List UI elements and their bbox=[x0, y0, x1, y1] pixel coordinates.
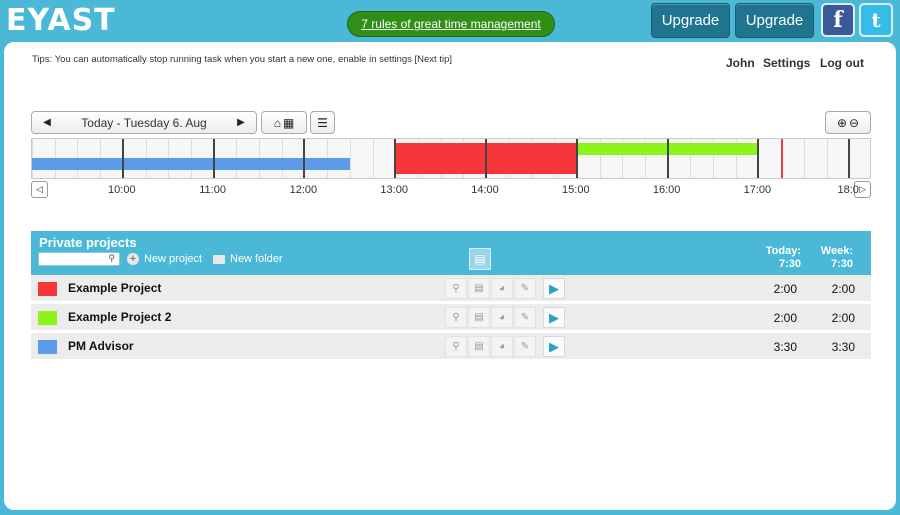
prev-day-icon[interactable]: ◀ bbox=[32, 117, 62, 128]
project-name[interactable]: PM Advisor bbox=[68, 339, 134, 353]
notes-icon[interactable]: ▤ bbox=[468, 336, 490, 357]
project-color-swatch[interactable] bbox=[38, 311, 57, 325]
week-label: Week: bbox=[820, 245, 853, 257]
tip-text[interactable]: Tips: You can automatically stop running… bbox=[32, 54, 452, 65]
home-calendar-button[interactable]: ⌂ ▦ bbox=[261, 111, 307, 134]
edit-icon[interactable]: ✎ bbox=[514, 336, 536, 357]
new-project-label: New project bbox=[144, 253, 203, 265]
timeline-hour-label: 15:00 bbox=[562, 184, 590, 196]
settings-link[interactable]: Settings bbox=[763, 56, 810, 70]
user-icon[interactable]: ◕ bbox=[491, 336, 513, 357]
week-time: 2:00 bbox=[831, 282, 855, 296]
user-icon[interactable]: ◕ bbox=[491, 307, 513, 328]
date-navigator: ◀ Today - Tuesday 6. Aug ▶ bbox=[31, 111, 257, 134]
today-label: Today: bbox=[765, 245, 801, 257]
project-row[interactable]: Example Project 2 ⚲ ▤ ◕ ✎ ▶ 2:00 2:00 bbox=[31, 304, 871, 331]
play-icon[interactable]: ▶ bbox=[543, 307, 565, 328]
play-icon[interactable]: ▶ bbox=[543, 278, 565, 299]
edit-icon[interactable]: ✎ bbox=[514, 307, 536, 328]
calendar-icon: ▦ bbox=[282, 115, 295, 130]
search-icon: ⚲ bbox=[108, 253, 115, 263]
project-name[interactable]: Example Project 2 bbox=[68, 310, 171, 324]
week-time: 3:30 bbox=[831, 340, 855, 354]
timeline-hour-label: 17:00 bbox=[743, 184, 772, 196]
edit-icon[interactable]: ✎ bbox=[514, 278, 536, 299]
user-icon[interactable]: ◕ bbox=[491, 278, 513, 299]
project-color-swatch[interactable] bbox=[38, 282, 57, 296]
promo-link[interactable]: 7 rules of great time management bbox=[347, 11, 555, 37]
projects-title: Private projects bbox=[39, 235, 137, 250]
projects-header: Private projects ⚲ + New project New fol… bbox=[31, 231, 871, 275]
search-icon[interactable]: ⚲ bbox=[445, 336, 467, 357]
current-time-marker bbox=[781, 139, 784, 178]
project-row[interactable]: Example Project ⚲ ▤ ◕ ✎ ▶ 2:00 2:00 bbox=[31, 275, 871, 302]
user-link[interactable]: John bbox=[726, 56, 755, 70]
upgrade-button-2[interactable]: Upgrade bbox=[735, 3, 814, 38]
project-row[interactable]: PM Advisor ⚲ ▤ ◕ ✎ ▶ 3:30 3:30 bbox=[31, 333, 871, 360]
timeline-hour-label: 16:00 bbox=[652, 184, 681, 196]
logout-link[interactable]: Log out bbox=[820, 56, 864, 70]
today-time: 3:30 bbox=[773, 340, 797, 354]
notes-icon[interactable]: ▤ bbox=[468, 278, 490, 299]
zoom-out-icon[interactable]: ⊖ bbox=[849, 116, 859, 130]
home-icon: ⌂ bbox=[273, 115, 281, 130]
logo-text: EYAST bbox=[6, 3, 116, 38]
today-header: Today: 7:30 bbox=[753, 245, 801, 271]
folder-icon bbox=[213, 254, 225, 264]
timeline-hour-label: 11:00 bbox=[199, 184, 226, 196]
timeline-entry[interactable] bbox=[32, 158, 350, 170]
project-name[interactable]: Example Project bbox=[68, 281, 161, 295]
main-panel: Tips: You can automatically stop running… bbox=[4, 42, 896, 510]
zoom-buttons[interactable]: ⊕ ⊖ bbox=[825, 111, 871, 134]
timeline-hour-label: 13:00 bbox=[380, 184, 408, 196]
add-icon: + bbox=[127, 253, 139, 265]
new-folder-label: New folder bbox=[230, 253, 283, 265]
new-folder-button[interactable]: New folder bbox=[213, 253, 283, 265]
project-search-input[interactable]: ⚲ bbox=[38, 252, 120, 266]
today-time: 2:00 bbox=[773, 311, 797, 325]
current-date[interactable]: Today - Tuesday 6. Aug bbox=[62, 116, 226, 130]
week-total: 7:30 bbox=[830, 258, 853, 270]
today-time: 2:00 bbox=[773, 282, 797, 296]
timeline-hour-label: 14:00 bbox=[471, 184, 499, 196]
logo[interactable]: EYAST bbox=[6, 6, 116, 36]
list-icon: ☰ bbox=[317, 115, 328, 130]
week-header: Week: 7:30 bbox=[811, 245, 853, 271]
play-icon[interactable]: ▶ bbox=[543, 336, 565, 357]
zoom-in-icon[interactable]: ⊕ bbox=[837, 116, 847, 130]
timeline[interactable] bbox=[31, 138, 871, 179]
week-time: 2:00 bbox=[831, 311, 855, 325]
project-color-swatch[interactable] bbox=[38, 340, 57, 354]
upgrade-button[interactable]: Upgrade bbox=[651, 3, 730, 38]
twitter-icon[interactable]: t bbox=[859, 3, 893, 37]
list-view-button[interactable]: ☰ bbox=[310, 111, 335, 134]
timeline-hour-label: 12:00 bbox=[289, 184, 318, 196]
new-project-button[interactable]: + New project bbox=[127, 253, 202, 265]
notes-toggle-icon[interactable]: ▤ bbox=[469, 248, 491, 270]
search-icon[interactable]: ⚲ bbox=[445, 307, 467, 328]
timeline-hour-label: 18:0 bbox=[837, 184, 859, 196]
scroll-left-icon[interactable]: ◁ bbox=[31, 181, 48, 198]
today-total: 7:30 bbox=[778, 258, 801, 270]
notes-icon[interactable]: ▤ bbox=[468, 307, 490, 328]
search-icon[interactable]: ⚲ bbox=[445, 278, 467, 299]
timeline-hour-label: 10:00 bbox=[108, 184, 136, 196]
facebook-icon[interactable]: f bbox=[821, 3, 855, 37]
next-day-icon[interactable]: ▶ bbox=[226, 117, 256, 128]
